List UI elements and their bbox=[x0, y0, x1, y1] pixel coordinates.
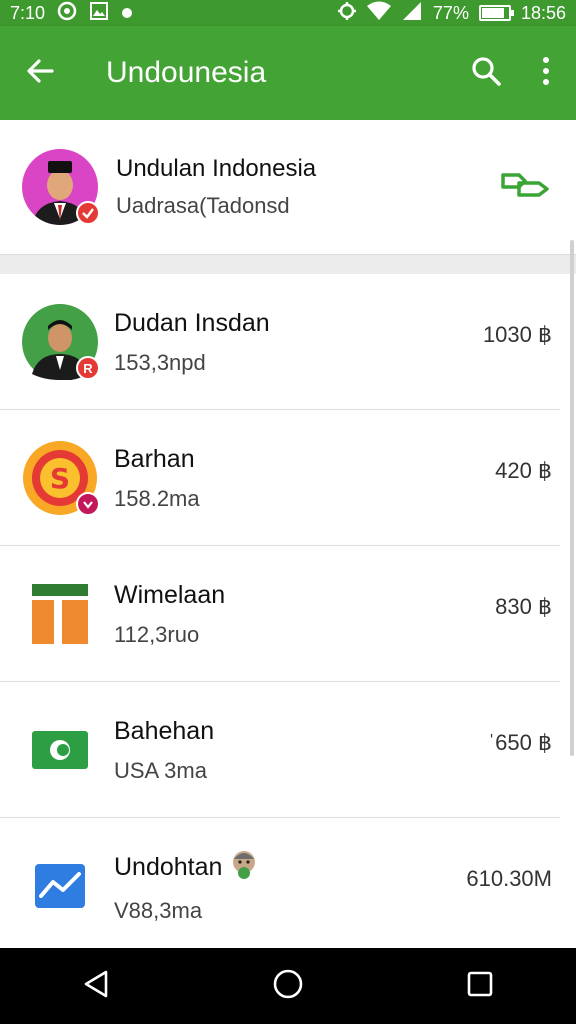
status-bar: 7:10 77% 18:56 bbox=[0, 0, 576, 26]
transaction-list: R Dudan Insdan 153,3npd 1030 ฿ S Barhan … bbox=[0, 274, 576, 954]
status-clock: 18:56 bbox=[520, 2, 566, 23]
item-subtitle: V88,3ma bbox=[114, 897, 203, 923]
item-amount: 610.30M bbox=[466, 866, 552, 891]
item-subtitle: 112,3ruo bbox=[114, 621, 200, 647]
wifi-icon bbox=[366, 1, 391, 26]
search-icon bbox=[470, 55, 502, 92]
image-icon bbox=[89, 1, 109, 26]
list-item[interactable]: Bahehan USA 3ma ˈ650 ฿ bbox=[0, 682, 576, 818]
item-amount: ˈ650 ฿ bbox=[487, 730, 552, 755]
list-item[interactable]: S Barhan 158.2ma 420 ฿ bbox=[0, 410, 576, 546]
sync-icon bbox=[337, 1, 357, 26]
item-subtitle: 153,3npd bbox=[114, 349, 206, 375]
status-badge: R bbox=[76, 356, 100, 380]
svg-text:S: S bbox=[50, 462, 70, 495]
page-title: Undounesia bbox=[106, 56, 267, 89]
signal-icon bbox=[401, 1, 423, 26]
list-item[interactable]: R Dudan Insdan 153,3npd 1030 ฿ bbox=[0, 274, 576, 410]
item-subtitle: USA 3ma bbox=[114, 757, 207, 783]
section-divider bbox=[0, 254, 576, 274]
profile-name: Undulan Indonesia bbox=[116, 155, 317, 182]
item-title: Undohtan bbox=[114, 852, 223, 881]
nav-home-button[interactable] bbox=[243, 948, 333, 1024]
item-subtitle: 158.2ma bbox=[114, 485, 200, 511]
recents-square-icon bbox=[466, 970, 494, 1003]
link-button[interactable] bbox=[490, 157, 560, 217]
coin-icon: S bbox=[22, 440, 100, 516]
nav-recents-button[interactable] bbox=[435, 948, 525, 1024]
profile-subtitle: Uadrasa(Tadonsd bbox=[116, 193, 290, 218]
target-icon bbox=[57, 1, 77, 26]
profile-text: Undulan Indonesia Uadrasa(Tadonsd bbox=[116, 155, 490, 219]
person-avatar-icon: R bbox=[22, 304, 100, 380]
link-icon bbox=[499, 169, 551, 206]
item-amount: 830 ฿ bbox=[495, 594, 552, 619]
item-amount: 420 ฿ bbox=[495, 458, 552, 483]
banknote-icon bbox=[22, 712, 98, 788]
item-title: Barhan bbox=[114, 444, 195, 473]
back-button[interactable] bbox=[0, 26, 80, 120]
columns-icon bbox=[22, 576, 98, 652]
battery-percent: 77% bbox=[432, 2, 469, 23]
search-button[interactable] bbox=[456, 26, 516, 120]
back-arrow-icon bbox=[25, 56, 55, 91]
item-amount: 1030 ฿ bbox=[482, 322, 552, 347]
app-bar: Undounesia bbox=[0, 26, 576, 120]
home-circle-icon bbox=[272, 968, 304, 1005]
verified-badge bbox=[76, 201, 100, 225]
back-triangle-icon bbox=[82, 969, 110, 1004]
face-emoji-icon bbox=[230, 849, 258, 886]
more-vert-icon bbox=[541, 56, 551, 91]
profile-card[interactable]: Undulan Indonesia Uadrasa(Tadonsd bbox=[0, 120, 576, 254]
more-options-button[interactable] bbox=[516, 26, 576, 120]
list-item[interactable]: Wimelaan 112,3ruo 830 ฿ bbox=[0, 546, 576, 682]
trend-chart-icon bbox=[22, 848, 98, 924]
status-badge bbox=[76, 492, 100, 516]
dot-icon bbox=[121, 3, 133, 24]
system-nav-bar bbox=[0, 948, 576, 1024]
status-time: 7:10 bbox=[10, 2, 46, 23]
nav-back-button[interactable] bbox=[51, 948, 141, 1024]
list-item[interactable]: Undohtan V88,3ma 610.30M bbox=[0, 818, 576, 954]
item-title: Bahehan bbox=[114, 716, 215, 745]
item-title: Wimelaan bbox=[114, 580, 226, 609]
item-title: Dudan Insdan bbox=[114, 308, 270, 337]
scrollbar[interactable] bbox=[570, 240, 574, 756]
profile-avatar bbox=[22, 149, 100, 225]
battery-icon bbox=[478, 5, 514, 21]
